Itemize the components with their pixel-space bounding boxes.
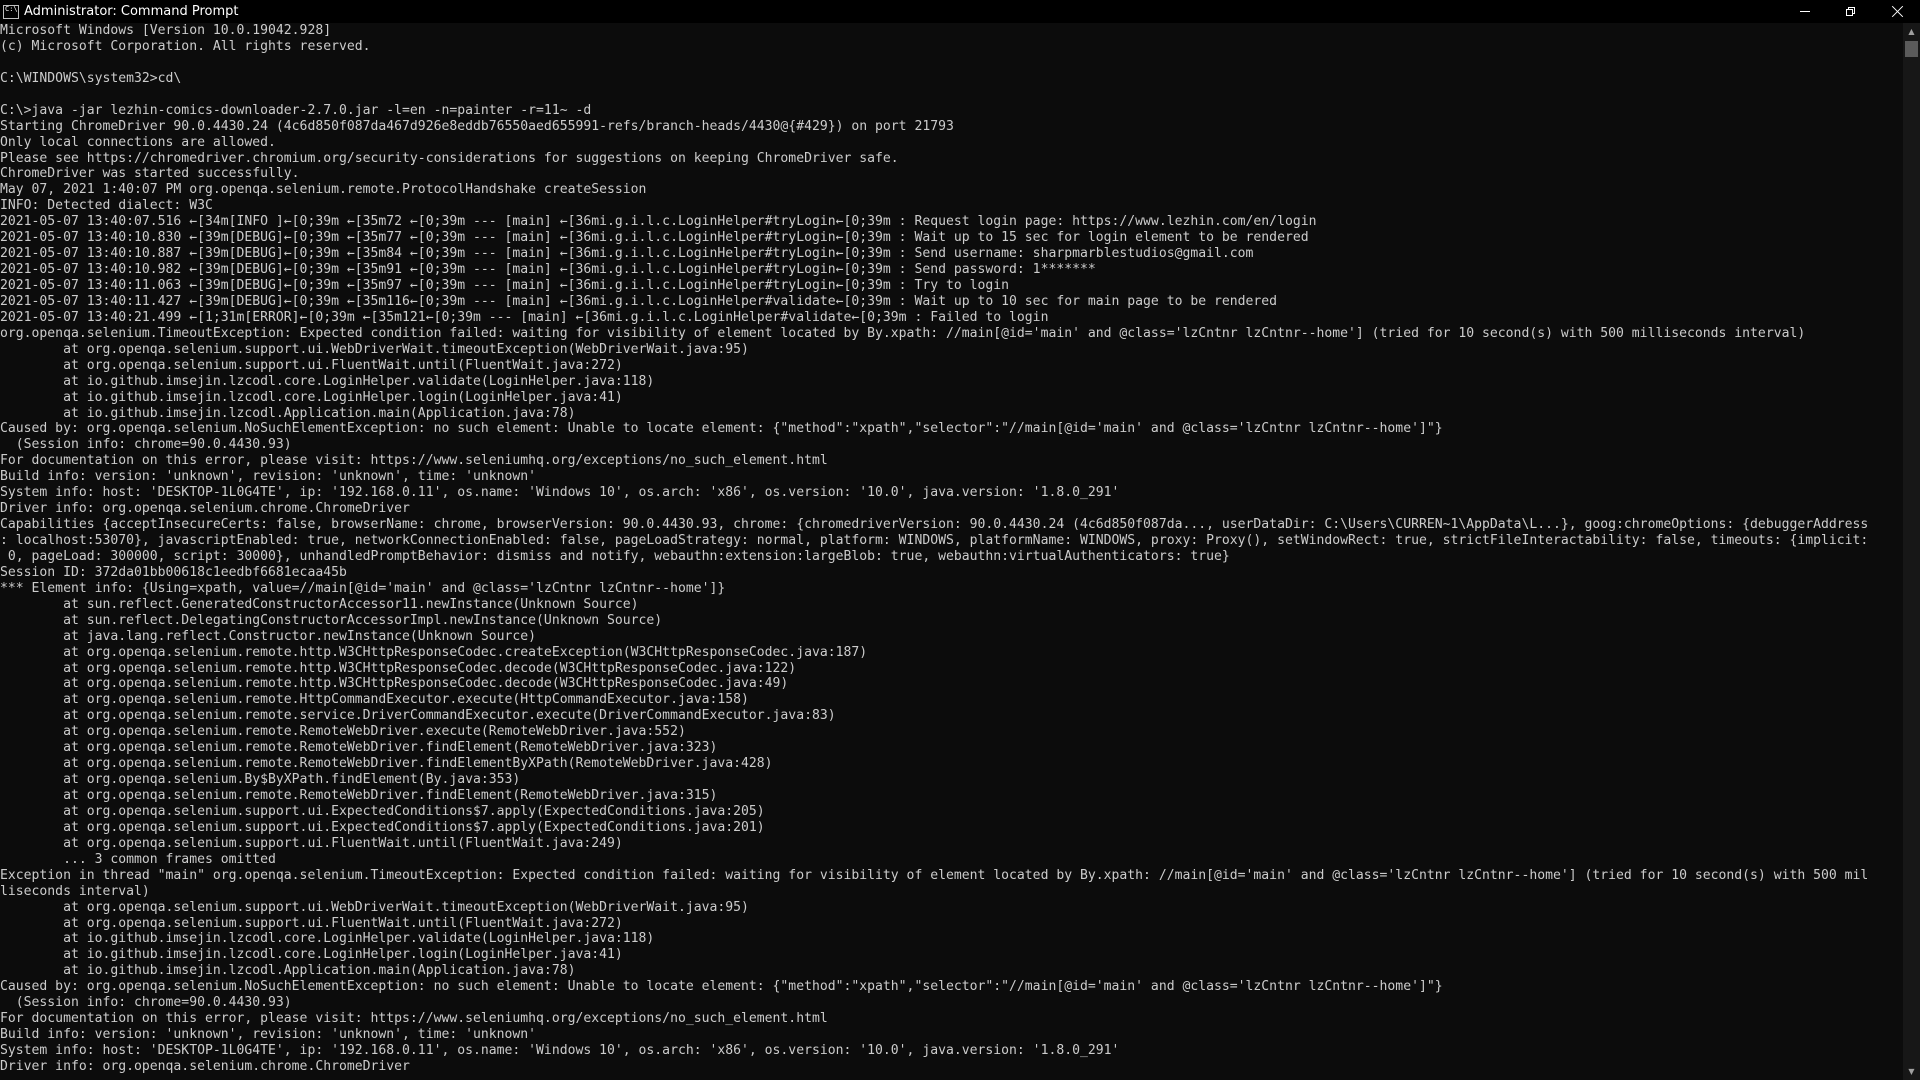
console-line: Microsoft Windows [Version 10.0.19042.92… — [0, 23, 332, 38]
console-line: at org.openqa.selenium.support.ui.Expect… — [0, 803, 765, 819]
console-line: at org.openqa.selenium.support.ui.Fluent… — [0, 357, 623, 373]
console-line: Capabilities {acceptInsecureCerts: false… — [0, 517, 1869, 533]
console-line: at org.openqa.selenium.support.ui.WebDri… — [0, 899, 749, 915]
minimize-icon — [1800, 11, 1810, 12]
console-line: at org.openqa.selenium.remote.http.W3CHt… — [0, 660, 797, 676]
console-line: Only local connections are allowed. — [0, 134, 276, 150]
scroll-up-button[interactable]: ▲ — [1903, 23, 1920, 40]
scroll-thumb[interactable] — [1905, 41, 1918, 57]
console-line: at io.github.imsejin.lzcodl.core.LoginHe… — [0, 947, 623, 963]
console-line: at org.openqa.selenium.remote.HttpComman… — [0, 692, 749, 708]
console-line: 2021-05-07 13:40:11.427 ←[39m[DEBUG]←[0;… — [0, 293, 1278, 309]
console-line: liseconds interval) — [0, 883, 150, 899]
console-line: at org.openqa.selenium.support.ui.Fluent… — [0, 835, 623, 851]
console-line: Exception in thread "main" org.openqa.se… — [0, 867, 1869, 883]
console-line: at org.openqa.selenium.support.ui.WebDri… — [0, 341, 749, 357]
scroll-down-arrow-icon: ▼ — [1908, 1067, 1915, 1076]
console-line: at org.openqa.selenium.remote.RemoteWebD… — [0, 740, 718, 756]
console-line: Please see https://chromedriver.chromium… — [0, 150, 899, 166]
minimize-button[interactable] — [1782, 0, 1828, 23]
window-title: Administrator: Command Prompt — [24, 4, 239, 19]
console-line: at org.openqa.selenium.remote.http.W3CHt… — [0, 644, 868, 660]
console-line: at org.openqa.selenium.remote.service.Dr… — [0, 708, 836, 724]
console-line: (Session info: chrome=90.0.4430.93) — [0, 437, 292, 453]
console-line: 2021-05-07 13:40:10.982 ←[39m[DEBUG]←[0;… — [0, 262, 1096, 278]
console-line: at sun.reflect.DelegatingConstructorAcce… — [0, 612, 663, 628]
console-line: at java.lang.reflect.Constructor.newInst… — [0, 628, 537, 644]
console-output[interactable]: Microsoft Windows [Version 10.0.19042.92… — [0, 23, 1902, 1080]
console-line: at org.openqa.selenium.remote.RemoteWebD… — [0, 788, 718, 803]
console-line: For documentation on this error, please … — [0, 1011, 828, 1027]
console-line: at sun.reflect.GeneratedConstructorAcces… — [0, 596, 639, 612]
console-line: C:\>java -jar lezhin-comics-downloader-2… — [0, 102, 592, 118]
console-line: at org.openqa.selenium.remote.RemoteWebD… — [0, 724, 686, 740]
console-line: at org.openqa.selenium.remote.http.W3CHt… — [0, 676, 789, 692]
console-line: System info: host: 'DESKTOP-1L0G4TE', ip… — [0, 1043, 1120, 1058]
console-line: *** Element info: {Using=xpath, value=//… — [0, 580, 726, 596]
console-line: at org.openqa.selenium.support.ui.Fluent… — [0, 915, 623, 931]
console-line: (c) Microsoft Corporation. All rights re… — [0, 38, 371, 54]
console-line: 0, pageLoad: 300000, script: 30000}, unh… — [0, 548, 1230, 564]
vertical-scrollbar[interactable]: ▲ ▼ — [1903, 23, 1920, 1080]
console-line: at io.github.imsejin.lzcodl.core.LoginHe… — [0, 389, 623, 405]
window-controls — [1782, 0, 1920, 23]
console-line: at org.openqa.selenium.support.ui.Expect… — [0, 819, 765, 835]
scroll-down-button[interactable]: ▼ — [1903, 1063, 1920, 1080]
console-line: Caused by: org.openqa.selenium.NoSuchEle… — [0, 979, 1443, 995]
command-prompt-window: Administrator: Command Prompt Microsoft … — [0, 0, 1920, 1080]
close-button[interactable] — [1874, 0, 1920, 23]
console-line: (Session info: chrome=90.0.4430.93) — [0, 995, 292, 1011]
console-line: C:\WINDOWS\system32>cd\ — [0, 70, 182, 86]
console-line: 2021-05-07 13:40:07.516 ←[34m[INFO ]←[0;… — [0, 214, 1317, 230]
title-bar[interactable]: Administrator: Command Prompt — [0, 0, 1920, 23]
console-line: Caused by: org.openqa.selenium.NoSuchEle… — [0, 421, 1443, 437]
close-icon — [1892, 6, 1903, 17]
console-line: 2021-05-07 13:40:11.063 ←[39m[DEBUG]←[0;… — [0, 278, 1010, 293]
console-line: Starting ChromeDriver 90.0.4430.24 (4c6d… — [0, 118, 954, 134]
console-line: Driver info: org.openqa.selenium.chrome.… — [0, 501, 410, 517]
restore-button[interactable] — [1828, 0, 1874, 23]
restore-icon — [1846, 6, 1856, 17]
console-line: May 07, 2021 1:40:07 PM org.openqa.selen… — [0, 182, 647, 198]
console-line: at io.github.imsejin.lzcodl.core.LoginHe… — [0, 931, 655, 947]
console-line: org.openqa.selenium.TimeoutException: Ex… — [0, 325, 1806, 341]
console-line: INFO: Detected dialect: W3C — [0, 198, 213, 214]
console-line: at org.openqa.selenium.remote.RemoteWebD… — [0, 756, 773, 772]
console-line: 2021-05-07 13:40:21.499 ←[1;31m[ERROR]←[… — [0, 309, 1049, 325]
console-line: System info: host: 'DESKTOP-1L0G4TE', ip… — [0, 485, 1120, 501]
console-line: Session ID: 372da01bb00618c1eedbf6681eca… — [0, 564, 347, 580]
console-line: 2021-05-07 13:40:10.887 ←[39m[DEBUG]←[0;… — [0, 246, 1254, 262]
console-line: ChromeDriver was started successfully. — [0, 166, 300, 182]
console-line: ... 3 common frames omitted — [0, 851, 276, 867]
console-line: : localhost:53070}, javascriptEnabled: t… — [0, 533, 1869, 548]
console-line: 2021-05-07 13:40:10.830 ←[39m[DEBUG]←[0;… — [0, 230, 1309, 246]
scroll-up-arrow-icon: ▲ — [1908, 27, 1915, 36]
console-line: at org.openqa.selenium.By$ByXPath.findEl… — [0, 772, 521, 788]
console-line: at io.github.imsejin.lzcodl.Application.… — [0, 405, 576, 421]
console-line: Build info: version: 'unknown', revision… — [0, 1027, 537, 1043]
console-line: at io.github.imsejin.lzcodl.core.LoginHe… — [0, 373, 655, 389]
cmd-icon[interactable] — [3, 4, 19, 19]
console-line: Build info: version: 'unknown', revision… — [0, 469, 537, 485]
console-line: For documentation on this error, please … — [0, 453, 828, 469]
console-line: at io.github.imsejin.lzcodl.Application.… — [0, 963, 576, 979]
console-line: Driver info: org.openqa.selenium.chrome.… — [0, 1058, 410, 1074]
